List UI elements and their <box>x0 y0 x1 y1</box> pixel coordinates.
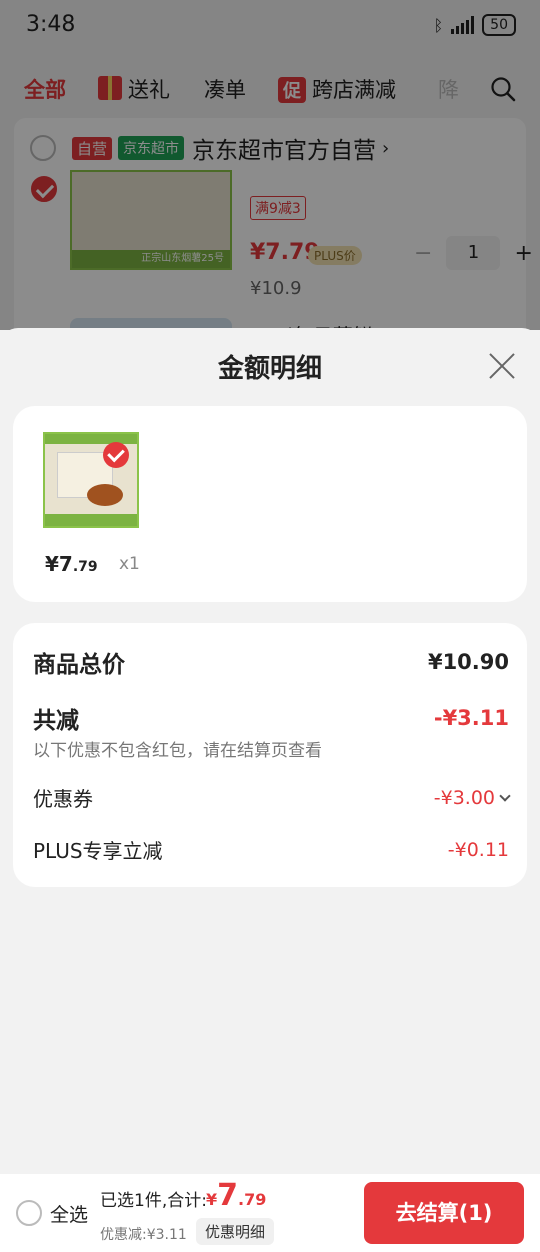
checkout-button[interactable]: 去结算(1) <box>364 1182 524 1244</box>
coupon-label: 优惠券 <box>33 787 93 811</box>
select-all-radio[interactable] <box>16 1200 42 1226</box>
item-quantity: x1 <box>119 554 140 574</box>
total-reduction-label: 共减 <box>33 708 79 734</box>
amount-detail-sheet: 金额明细 ¥7.79 x1 商品总价 ¥10.90 共减 -¥3.11 以下优惠… <box>0 328 540 1252</box>
close-icon[interactable] <box>488 352 516 380</box>
total-reduction-row: 共减 -¥3.11 <box>33 701 509 735</box>
selected-count-text: 已选1件,合计: <box>100 1191 207 1211</box>
item-thumbnail[interactable] <box>43 432 139 528</box>
discount-detail-button[interactable]: 优惠明细 <box>196 1218 275 1245</box>
select-all-label[interactable]: 全选 <box>50 1200 88 1227</box>
modal-backdrop[interactable] <box>0 0 540 330</box>
checkout-bar: 全选 已选1件,合计: ¥7.79 优惠减:¥3.11 优惠明细 去结算(1) <box>0 1174 540 1252</box>
total-price-row: 商品总价 ¥10.90 <box>33 645 509 679</box>
plus-discount-value: -¥0.11 <box>447 838 509 861</box>
selected-items-card: ¥7.79 x1 <box>13 406 527 602</box>
checkmark-icon <box>103 442 129 468</box>
sheet-title: 金额明细 <box>217 354 322 384</box>
total-price-value: ¥10.90 <box>427 650 509 674</box>
total-reduction-value: -¥3.11 <box>433 706 509 730</box>
total-price-label: 商品总价 <box>33 652 125 678</box>
coupon-value: -¥3.00 <box>433 786 495 809</box>
discount-summary: 优惠减:¥3.11 <box>100 1227 187 1243</box>
plus-discount-label: PLUS专享立减 <box>33 839 163 863</box>
reduction-note: 以下优惠不包含红包，请在结算页查看 <box>33 741 322 761</box>
plus-discount-row: PLUS专享立减 -¥0.11 <box>33 835 509 864</box>
chevron-down-icon <box>499 789 511 802</box>
price-breakdown-card: 商品总价 ¥10.90 共减 -¥3.11 以下优惠不包含红包，请在结算页查看 … <box>13 623 527 887</box>
total-amount: ¥7.79 <box>206 1178 267 1213</box>
coupon-row[interactable]: 优惠券 -¥3.00 <box>33 783 511 812</box>
item-price: ¥7.79 <box>45 552 98 576</box>
